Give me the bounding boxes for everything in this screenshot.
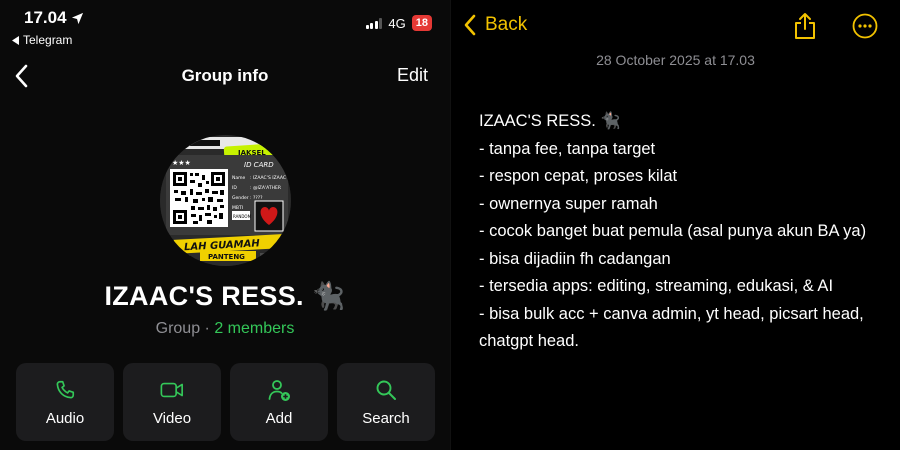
location-arrow-icon — [71, 12, 83, 24]
page-title: Group info — [181, 66, 269, 85]
group-name-text: IZAAC'S RESS. — [104, 281, 304, 311]
group-avatar-image: JAKSEL ★★★ ID CARD Name: IZAAC'S IZAAC … — [160, 135, 291, 266]
svg-text:: @IZA'ATHER: : @IZA'ATHER — [250, 185, 281, 191]
svg-text:MBTI: MBTI — [232, 205, 243, 211]
video-icon — [160, 378, 184, 402]
group-subtitle: Group · 2 members — [0, 320, 450, 338]
svg-text:ID: ID — [232, 185, 237, 191]
svg-text:Gender: Gender — [232, 195, 249, 201]
back-button[interactable]: Back — [463, 13, 527, 37]
group-type: Group — [155, 320, 201, 337]
note-line: - bisa dijadiin fh cadangan — [479, 249, 671, 268]
svg-text:Name: Name — [232, 175, 246, 181]
separator-dot: · — [204, 320, 210, 337]
notes-panel: Back 28 October 2025 at 17.03 IZAAC'S RE… — [450, 0, 900, 450]
back-chevron-icon — [464, 14, 476, 36]
note-line: - bisa bulk acc + canva admin, yt head, … — [479, 304, 864, 351]
phone-icon — [53, 378, 77, 402]
svg-text:PANTENG: PANTENG — [208, 253, 245, 261]
share-icon[interactable] — [793, 12, 817, 40]
svg-text:ID CARD: ID CARD — [244, 161, 274, 169]
note-line: - cocok banget buat pemula (asal punya a… — [479, 222, 867, 240]
status-indicators: 4G 18 — [365, 15, 432, 31]
svg-text:: IZAAC'S IZAAC: : IZAAC'S IZAAC — [250, 175, 286, 181]
search-label: Search — [362, 409, 410, 427]
status-back-to-app[interactable]: Telegram — [12, 33, 72, 47]
battery-badge: 18 — [411, 15, 432, 31]
svg-text:: ????: : ???? — [250, 195, 263, 201]
black-cat-emoji: 🐈‍⬛ — [311, 281, 346, 311]
edit-button[interactable]: Edit — [397, 65, 428, 86]
note-line: - tersedia apps: editing, streaming, edu… — [479, 277, 834, 295]
status-time: 17.04 — [24, 8, 84, 28]
note-line: - ownernya super ramah — [479, 194, 658, 213]
network-label: 4G — [388, 15, 406, 31]
note-line: IZAAC'S RESS. 🐈‍⬛ — [479, 112, 621, 130]
members-link[interactable]: 2 members — [214, 320, 294, 337]
back-label: Back — [485, 14, 528, 35]
signal-icon — [365, 17, 383, 29]
audio-label: Audio — [45, 409, 85, 427]
note-body[interactable]: IZAAC'S RESS. 🐈‍⬛ - tanpa fee, tanpa tar… — [479, 108, 879, 356]
add-member-icon — [267, 378, 291, 402]
svg-text:★★★: ★★★ — [172, 159, 191, 167]
video-button[interactable]: Video — [123, 363, 221, 441]
action-buttons-row: Audio Video Add Search — [16, 363, 435, 441]
status-time-text: 17.04 — [24, 8, 67, 27]
status-back-app-label: Telegram — [23, 33, 73, 47]
back-triangle-icon — [12, 35, 19, 45]
add-button[interactable]: Add — [230, 363, 328, 441]
group-name: IZAAC'S RESS. 🐈‍⬛ — [0, 280, 450, 312]
video-label: Video — [152, 409, 192, 427]
telegram-group-info-panel: 17.04 Telegram 4G 18 Group info Edit JAK… — [0, 0, 450, 450]
search-icon — [374, 378, 398, 402]
note-date: 28 October 2025 at 17.03 — [596, 52, 755, 68]
more-options-icon[interactable] — [852, 13, 878, 39]
group-avatar[interactable]: JAKSEL ★★★ ID CARD Name: IZAAC'S IZAAC … — [160, 135, 291, 266]
search-button[interactable]: Search — [337, 363, 435, 441]
add-label: Add — [265, 409, 293, 427]
note-line: - tanpa fee, tanpa target — [479, 139, 656, 158]
svg-text:RANDOM: RANDOM — [233, 214, 252, 219]
note-line: - respon cepat, proses kilat — [479, 167, 678, 185]
audio-button[interactable]: Audio — [16, 363, 114, 441]
